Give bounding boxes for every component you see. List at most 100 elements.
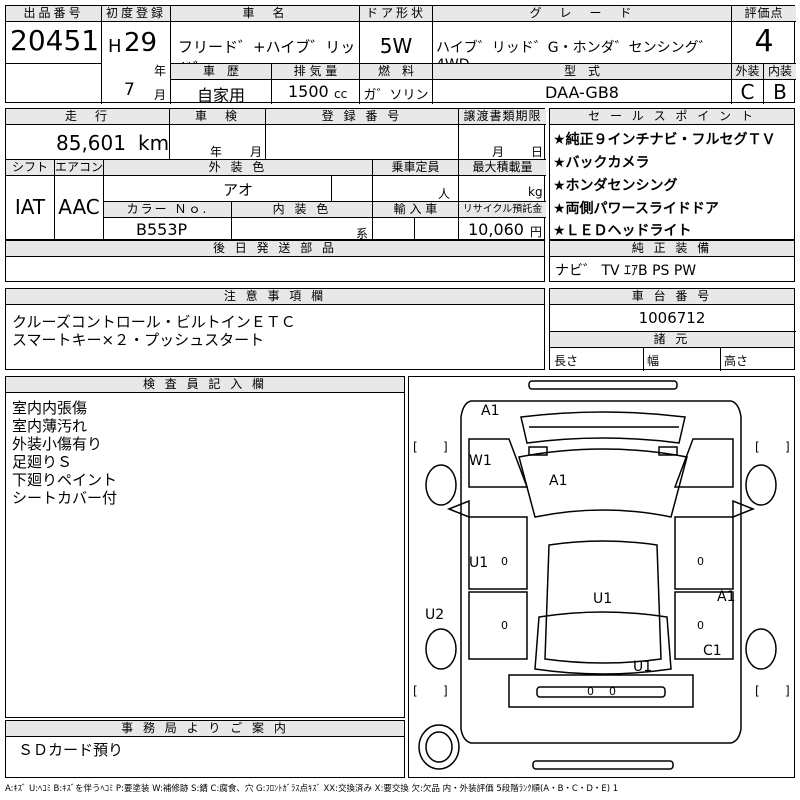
model-value: DAA-GB8 <box>545 83 619 102</box>
history-value: 自家用 <box>196 86 245 105</box>
transfer-month-unit: 月 <box>492 145 505 159</box>
disp-label: 排 気 量 <box>272 64 359 79</box>
front-bumper-top <box>528 380 678 390</box>
equipment-label: 純 正 装 備 <box>550 241 794 257</box>
door-value: 5W <box>379 34 413 58</box>
mileage-unit: km <box>138 131 170 155</box>
handle-mark: 0 <box>697 619 704 632</box>
score-value: 4 <box>754 24 774 59</box>
body-outline <box>460 400 742 744</box>
reg-year: 29 <box>124 28 158 58</box>
bracket-rr-left: [ <box>755 684 760 698</box>
front-left-door <box>468 516 528 590</box>
inspection-label: 車 検 <box>170 109 265 125</box>
import-label: 輸 入 車 <box>373 202 458 217</box>
wheel-rear-left <box>425 628 457 670</box>
mark-right-door: A1 <box>717 589 735 605</box>
dims-label: 諸 元 <box>550 332 794 348</box>
ext-value: C <box>740 80 755 104</box>
sales-item: ★両側パワースライドドア <box>553 201 719 217</box>
load-unit: kg <box>528 185 543 199</box>
notes-label: 注 意 事 項 欄 <box>6 289 544 305</box>
ext-label: 外装 <box>732 64 763 79</box>
name-label: 車 名 <box>171 6 359 22</box>
front-right-fender <box>673 438 734 488</box>
mark-roof: U1 <box>593 591 612 607</box>
lot-label: 出品番号 <box>6 6 101 22</box>
mark-front-left-door: U1 <box>469 555 488 571</box>
insp-month-unit: 月 <box>250 145 263 159</box>
rear-bumper <box>536 686 666 698</box>
car-diagram-svg: A1 W1 A1 U1 U1 A1 U2 C1 U1 [ ] [ ] [ ] [… <box>413 380 790 770</box>
wheel-front-right <box>745 464 777 506</box>
handle-mark: 0 <box>609 685 616 698</box>
plate-label: 登 録 番 号 <box>266 109 458 125</box>
fuel-label: 燃 料 <box>360 64 432 79</box>
windshield <box>518 448 688 518</box>
vehicle-info-block: 走 行 車 検 登 録 番 号 譲渡書類期限 85,601 km 年 月 月 日… <box>5 108 546 241</box>
mileage-value: 85,601 <box>56 131 126 155</box>
ac-label: エアコン <box>55 160 104 175</box>
header-block: 出品番号 20451 初度登録 H 29 年 7 月 車 名 フリード゛+ハイブ… <box>5 5 796 105</box>
interior-label: 内 装 色 <box>232 202 372 217</box>
reg-month-unit: 月 <box>154 88 167 102</box>
model-label: 型 式 <box>433 64 731 79</box>
wheel-front-left <box>425 464 457 506</box>
recycle-unit: 円 <box>530 225 543 239</box>
car-diagram: A1 W1 A1 U1 U1 A1 U2 C1 U1 [ ] [ ] [ ] [… <box>408 376 795 778</box>
colorno-label: カラー Ｎｏ. <box>104 202 231 217</box>
rear-bumper-bottom <box>532 760 674 770</box>
inspector-line: シートカバー付 <box>12 489 118 507</box>
office-label: 事 務 局 よ り ご 案 内 <box>6 721 404 737</box>
ac-value: AAC <box>58 195 100 219</box>
bracket-fl-left: [ <box>413 440 418 454</box>
later-parts-block: 後 日 発 送 部 品 <box>5 240 545 282</box>
mark-hood: A1 <box>549 473 567 489</box>
recycle-label: リサイクル預託金 <box>459 202 546 217</box>
equipment-block: 純 正 装 備 ナビ゛ TV ｴｱB PS PW <box>549 240 795 282</box>
left-mirror <box>446 499 470 519</box>
office-value: ＳＤカード預り <box>18 741 124 759</box>
capacity-label: 乗車定員 <box>373 160 458 175</box>
dims-width: 幅 <box>647 354 660 368</box>
mark-front-bumper: A1 <box>481 403 499 419</box>
handle-mark: 0 <box>697 555 704 568</box>
reg-era: H <box>108 36 122 57</box>
score-label: 評価点 <box>732 6 796 22</box>
mark-rear-left: U2 <box>425 607 444 623</box>
dims-length: 長さ <box>554 354 579 368</box>
disp-value: 1500 <box>288 82 329 101</box>
legend: A:ｷｽﾞ U:ﾍｺﾐ B:ｷｽﾞを伴うﾍｺﾐ P:要塗装 W:補修跡 S:錆 … <box>5 784 619 794</box>
grade-label: グ レ ー ド <box>433 6 731 22</box>
fuel-value: ガ゛ソリン <box>363 88 429 103</box>
handle-mark: 0 <box>501 555 508 568</box>
load-label: 最大積載量 <box>459 160 546 175</box>
recycle-value: 10,060 <box>468 220 524 239</box>
color-label: 外 装 色 <box>104 160 372 175</box>
bracket-rl-left: [ <box>413 684 418 698</box>
mark-left-fender: W1 <box>469 453 492 469</box>
dims-height: 高さ <box>724 354 749 368</box>
sales-label: セ ー ル ス ポ イ ン ト <box>550 109 794 125</box>
sales-item: ★ホンダセンシング <box>553 178 678 194</box>
later-label: 後 日 発 送 部 品 <box>6 241 544 257</box>
bracket-rl-right: ] <box>443 684 448 698</box>
chassis-value: 1006712 <box>638 309 706 327</box>
chassis-block: 車 台 番 号 1006712 諸 元 長さ 幅 高さ <box>549 288 796 371</box>
inspector-block: 検 査 員 記 入 欄 室内内張傷 室内薄汚れ 外装小傷有り 足廻りＳ 下廻りペ… <box>5 376 405 718</box>
insp-year-unit: 年 <box>210 145 223 159</box>
reg-label: 初度登録 <box>102 6 170 22</box>
lot-number: 20451 <box>10 24 100 57</box>
int-value: B <box>773 80 787 104</box>
bracket-rr-right: ] <box>785 684 790 698</box>
bracket-fl-right: ] <box>443 440 448 454</box>
sales-item: ★純正９インチナビ・フルセグＴＶ <box>553 132 776 148</box>
transfer-label: 譲渡書類期限 <box>459 109 546 125</box>
shift-label: シフト <box>6 160 54 175</box>
equipment-value: ナビ゛ TV ｴｱB PS PW <box>555 263 697 279</box>
office-block: 事 務 局 よ り ご 案 内 ＳＤカード預り <box>5 720 405 778</box>
notes-line: スマートキー×２・プッシュスタート <box>12 331 265 349</box>
sales-item: ★ＬＥＤヘッドライト <box>553 223 692 239</box>
sales-item: ★バックカメラ <box>553 155 650 171</box>
handle-mark: 0 <box>501 619 508 632</box>
